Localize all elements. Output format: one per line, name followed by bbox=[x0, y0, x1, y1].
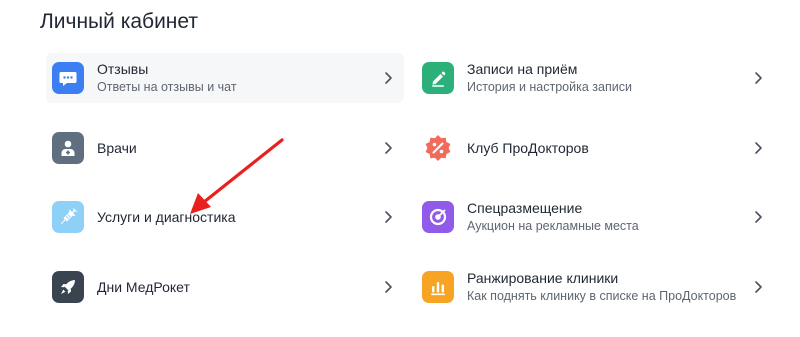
menu-item-doctors[interactable]: Врачи bbox=[46, 123, 404, 173]
chevron-right-icon bbox=[385, 281, 392, 293]
doctor-icon bbox=[52, 132, 84, 164]
menu-item-club[interactable]: Клуб ПроДокторов bbox=[416, 123, 774, 173]
menu-item-text: Дни МедРокет bbox=[97, 279, 382, 296]
menu-item-title: Услуги и диагностика bbox=[97, 208, 236, 225]
chevron-right-icon bbox=[755, 211, 762, 223]
rocket-icon bbox=[52, 271, 84, 303]
menu-item-reviews[interactable]: Отзывы Ответы на отзывы и чат bbox=[46, 53, 404, 103]
chevron-right-icon bbox=[385, 211, 392, 223]
menu-item-text: Клуб ПроДокторов bbox=[467, 140, 752, 157]
syringe-icon bbox=[52, 201, 84, 233]
menu-item-subtitle: Как поднять клинику в списке на ПроДокто… bbox=[467, 289, 737, 303]
chevron-right-icon bbox=[385, 142, 392, 154]
chevron-right-icon bbox=[755, 72, 762, 84]
menu-item-title: Спецразмещение bbox=[467, 200, 583, 216]
menu-item-subtitle: Ответы на отзывы и чат bbox=[97, 80, 237, 94]
menu-item-medrocket[interactable]: Дни МедРокет bbox=[46, 262, 404, 312]
menu-item-title: Ранжирование клиники bbox=[467, 270, 619, 286]
menu-item-text: Ранжирование клиники Как поднять клинику… bbox=[467, 270, 752, 304]
percent-badge-icon bbox=[422, 132, 454, 164]
menu-item-text: Врачи bbox=[97, 140, 382, 157]
menu-item-title: Врачи bbox=[97, 139, 137, 156]
chevron-right-icon bbox=[755, 142, 762, 154]
menu-item-title: Клуб ПроДокторов bbox=[467, 139, 589, 156]
page-title: Личный кабинет bbox=[40, 10, 198, 33]
menu-item-title: Отзывы bbox=[97, 61, 149, 77]
menu-item-ranking[interactable]: Ранжирование клиники Как поднять клинику… bbox=[416, 262, 774, 312]
menu-item-subtitle: История и настройка записи bbox=[467, 80, 632, 94]
menu-item-services[interactable]: Услуги и диагностика bbox=[46, 192, 404, 242]
chat-bubble-icon bbox=[52, 62, 84, 94]
bar-chart-icon bbox=[422, 271, 454, 303]
menu-item-title: Дни МедРокет bbox=[97, 278, 190, 295]
pencil-icon bbox=[422, 62, 454, 94]
menu-item-title: Записи на приём bbox=[467, 61, 578, 77]
menu-item-placement[interactable]: Спецразмещение Аукцион на рекламные мест… bbox=[416, 192, 774, 242]
chevron-right-icon bbox=[385, 72, 392, 84]
chevron-right-icon bbox=[755, 281, 762, 293]
menu-item-text: Отзывы Ответы на отзывы и чат bbox=[97, 61, 382, 95]
target-icon bbox=[422, 201, 454, 233]
menu-item-text: Услуги и диагностика bbox=[97, 209, 382, 226]
menu-item-text: Спецразмещение Аукцион на рекламные мест… bbox=[467, 200, 752, 234]
menu-item-appointments[interactable]: Записи на приём История и настройка запи… bbox=[416, 53, 774, 103]
menu-item-subtitle: Аукцион на рекламные места bbox=[467, 219, 639, 233]
menu-item-text: Записи на приём История и настройка запи… bbox=[467, 61, 752, 95]
personal-cabinet-page: Личный кабинет Отзывы Ответы на отзывы и… bbox=[0, 0, 800, 337]
